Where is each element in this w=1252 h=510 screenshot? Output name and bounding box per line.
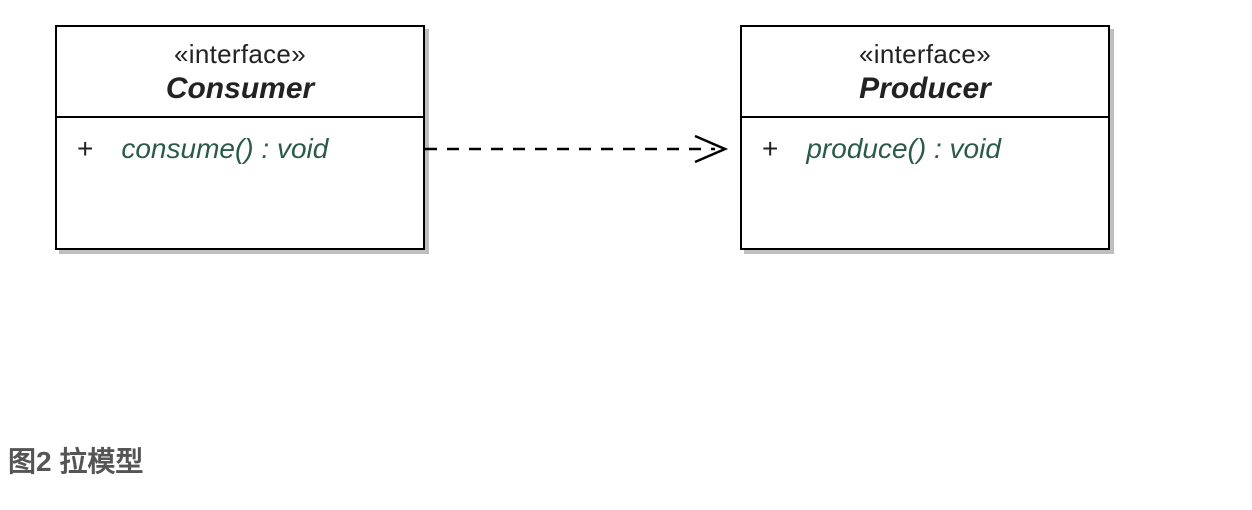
class-header: «interface» Consumer bbox=[57, 27, 423, 118]
figure-number: 图2 bbox=[8, 446, 52, 477]
dependency-arrow bbox=[425, 134, 740, 164]
class-body: + consume() : void bbox=[57, 118, 423, 180]
figure-caption: 图2 拉模型 bbox=[8, 440, 143, 480]
class-body: + produce() : void bbox=[742, 118, 1108, 180]
class-name-label: Producer bbox=[762, 72, 1088, 106]
uml-class-producer: «interface» Producer + produce() : void bbox=[740, 25, 1110, 250]
figure-title: 拉模型 bbox=[59, 446, 143, 477]
visibility-marker: + bbox=[77, 132, 93, 166]
visibility-marker: + bbox=[762, 132, 778, 166]
stereotype-label: «interface» bbox=[762, 39, 1088, 70]
uml-diagram: «interface» Consumer + consume() : void … bbox=[0, 0, 1252, 510]
method-signature: consume() : void bbox=[121, 132, 328, 166]
uml-class-consumer: «interface» Consumer + consume() : void bbox=[55, 25, 425, 250]
method-signature: produce() : void bbox=[806, 132, 1001, 166]
class-header: «interface» Producer bbox=[742, 27, 1108, 118]
stereotype-label: «interface» bbox=[77, 39, 403, 70]
class-name-label: Consumer bbox=[77, 72, 403, 106]
